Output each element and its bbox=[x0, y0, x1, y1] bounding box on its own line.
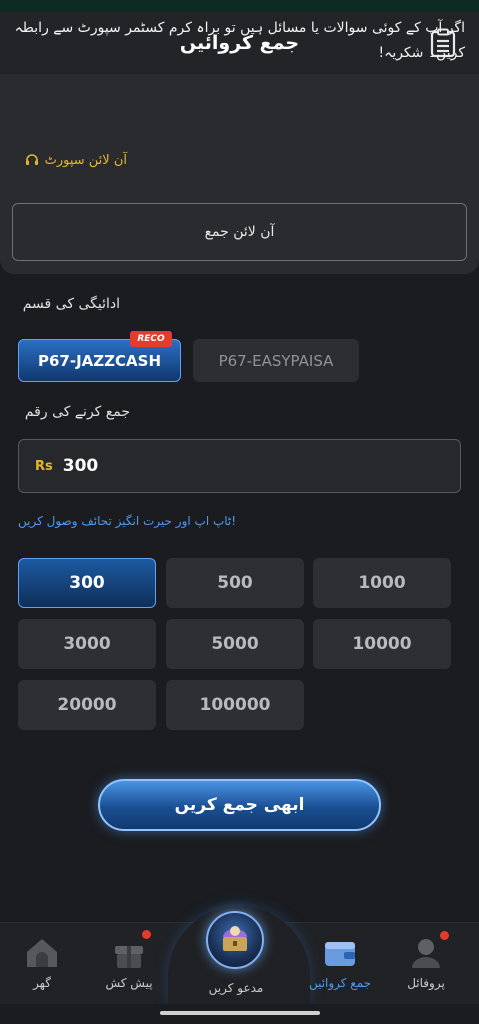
topup-hint: !ٹاپ اپ اور حیرت انگیز تحائف وصول کریں bbox=[18, 514, 237, 528]
nav-offers[interactable]: پیش کش bbox=[84, 922, 174, 1002]
method-easypaisa-button[interactable]: P67-EASYPAISA bbox=[193, 339, 359, 382]
amount-label: جمع کرنے کی رقم bbox=[24, 404, 130, 420]
online-deposit-label: آن لائن جمع bbox=[204, 224, 275, 240]
nav-invite-button[interactable] bbox=[206, 911, 264, 969]
notification-dot bbox=[142, 930, 151, 939]
currency-symbol: Rs bbox=[35, 458, 53, 474]
nav-deposit-label: جمع کروائیں bbox=[308, 976, 372, 990]
nav-profile[interactable]: پروفائل bbox=[381, 922, 471, 1002]
preset-amount-button[interactable]: 100000 bbox=[166, 680, 304, 730]
home-icon bbox=[22, 932, 62, 972]
amount-value: 300 bbox=[62, 456, 99, 476]
wallet-icon bbox=[320, 932, 360, 972]
amount-input[interactable]: Rs 300 bbox=[18, 439, 461, 493]
recommended-badge: RECO bbox=[130, 331, 172, 347]
method-easypaisa-label: P67-EASYPAISA bbox=[218, 351, 334, 370]
preset-amount-button[interactable]: 10000 bbox=[313, 619, 451, 669]
nav-invite-label: مدعو کریں bbox=[208, 981, 264, 995]
nav-offers-label: پیش کش bbox=[105, 976, 153, 990]
preset-amount-button[interactable]: 1000 bbox=[313, 558, 451, 608]
method-jazzcash-label: P67-JAZZCASH bbox=[37, 351, 161, 370]
nav-profile-label: پروفائل bbox=[407, 976, 445, 990]
preset-amount-button[interactable]: 300 bbox=[18, 558, 156, 608]
status-bar bbox=[0, 0, 479, 12]
deposit-now-button[interactable]: ابھی جمع کریں bbox=[98, 779, 381, 831]
deposit-now-label: ابھی جمع کریں bbox=[174, 795, 305, 815]
payment-type-label: ادائیگی کی قسم bbox=[22, 296, 120, 312]
preset-amount-button[interactable]: 5000 bbox=[166, 619, 304, 669]
support-link-label: آن لائن سپورٹ bbox=[44, 152, 127, 168]
preset-amount-button[interactable]: 20000 bbox=[18, 680, 156, 730]
headset-icon bbox=[25, 154, 38, 165]
preset-amount-button[interactable]: 3000 bbox=[18, 619, 156, 669]
notice-text: اگر آپ کے کوئی سوالات یا مسائل ہیں تو بر… bbox=[14, 20, 465, 61]
gift-icon bbox=[109, 930, 151, 972]
gesture-bar[interactable] bbox=[160, 1011, 320, 1015]
nav-home-label: گھر bbox=[33, 976, 51, 990]
treasure-chest-icon bbox=[223, 926, 247, 951]
nav-deposit[interactable]: جمع کروائیں bbox=[295, 922, 385, 1002]
notification-dot bbox=[440, 931, 449, 940]
nav-home[interactable]: گھر bbox=[0, 922, 87, 1002]
online-deposit-option[interactable]: آن لائن جمع bbox=[12, 203, 467, 261]
online-support-link[interactable]: آن لائن سپورٹ bbox=[25, 150, 127, 170]
user-icon bbox=[406, 931, 449, 972]
preset-amount-button[interactable]: 500 bbox=[166, 558, 304, 608]
